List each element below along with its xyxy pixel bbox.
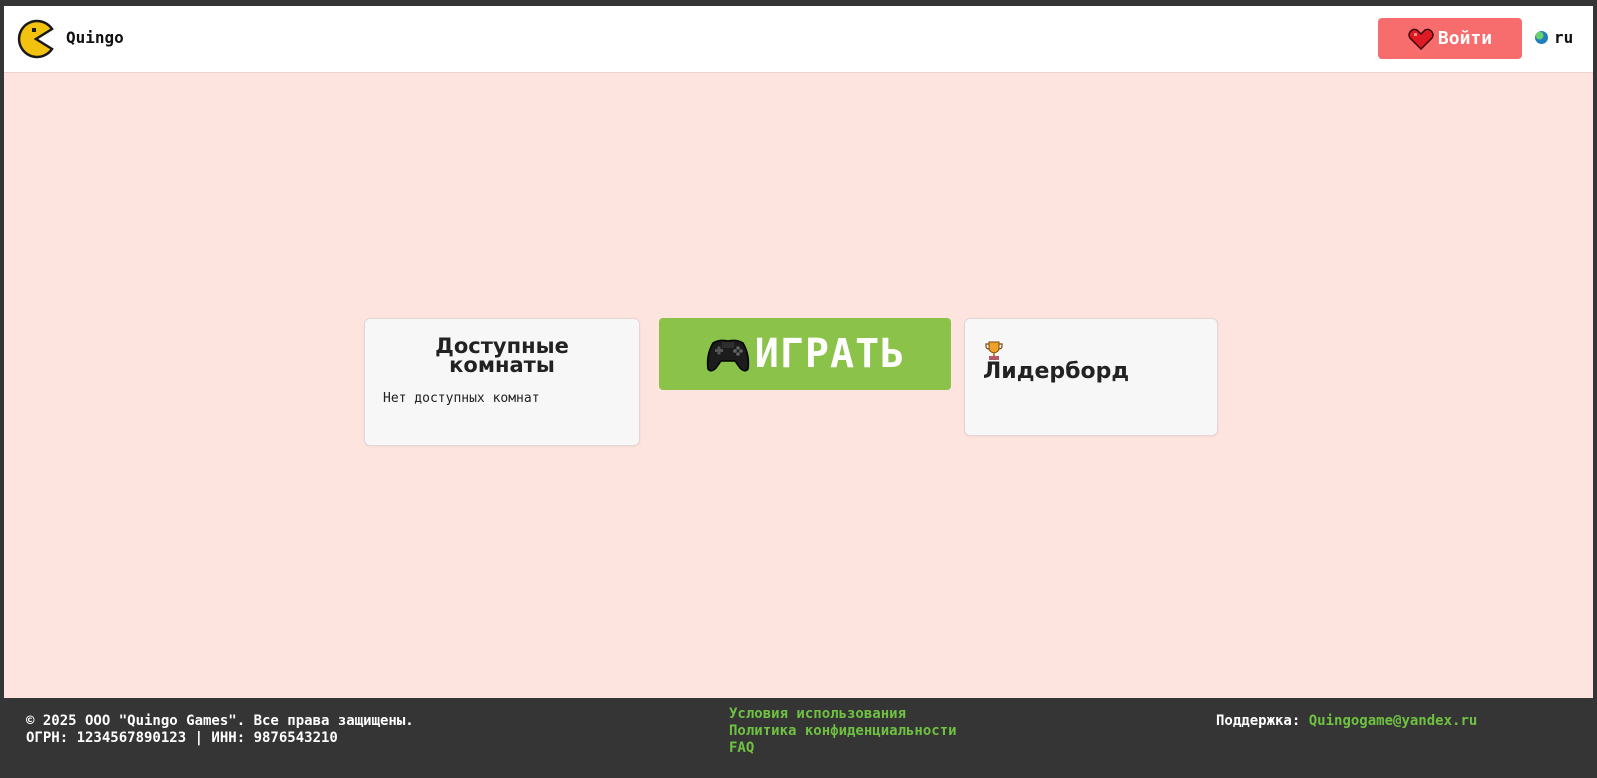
login-label: Войти xyxy=(1437,28,1493,49)
heart-icon xyxy=(1408,28,1434,50)
leaderboard-title: Лидерборд xyxy=(983,359,1130,384)
privacy-link[interactable]: Политика конфиденциальности xyxy=(729,723,957,740)
rooms-empty-message: Нет доступных комнат xyxy=(383,391,540,406)
play-label: ИГРАТЬ xyxy=(754,331,906,377)
registration-text: ОГРН: 1234567890123 | ИНН: 9876543210 xyxy=(26,730,338,746)
footer-links: Условия использования Политика конфиденц… xyxy=(729,706,957,757)
leaderboard-card[interactable]: Лидерборд xyxy=(964,318,1218,436)
trophy-icon xyxy=(985,341,1003,360)
terms-link[interactable]: Условия использования xyxy=(729,706,957,723)
copyright-text: © 2025 ООО "Quingo Games". Все права защ… xyxy=(26,713,414,729)
globe-icon xyxy=(1535,31,1548,44)
app-frame: Quingo Войти ru xyxy=(4,6,1593,778)
faq-link[interactable]: FAQ xyxy=(729,740,957,757)
play-button[interactable]: ИГРАТЬ xyxy=(659,318,951,390)
available-rooms-card: Доступные комнаты Нет доступных комнат xyxy=(364,318,640,446)
language-code: ru xyxy=(1554,28,1574,47)
footer-legal: © 2025 ООО "Quingo Games". Все права защ… xyxy=(26,713,414,747)
rooms-title: Доступные комнаты xyxy=(435,334,569,377)
support-email-link[interactable]: Quingogame@yandex.ru xyxy=(1309,713,1478,729)
header: Quingo Войти ru xyxy=(4,6,1593,73)
language-selector[interactable]: ru xyxy=(1535,28,1573,47)
support-label: Поддержка: xyxy=(1216,713,1301,729)
brand-name[interactable]: Quingo xyxy=(66,28,124,47)
footer: © 2025 ООО "Quingo Games". Все права защ… xyxy=(0,698,1597,778)
login-button[interactable]: Войти xyxy=(1378,18,1522,59)
pacman-icon[interactable] xyxy=(16,19,54,59)
footer-support: Поддержка: Quingogame@yandex.ru xyxy=(1216,713,1477,729)
gamepad-icon xyxy=(706,339,749,372)
